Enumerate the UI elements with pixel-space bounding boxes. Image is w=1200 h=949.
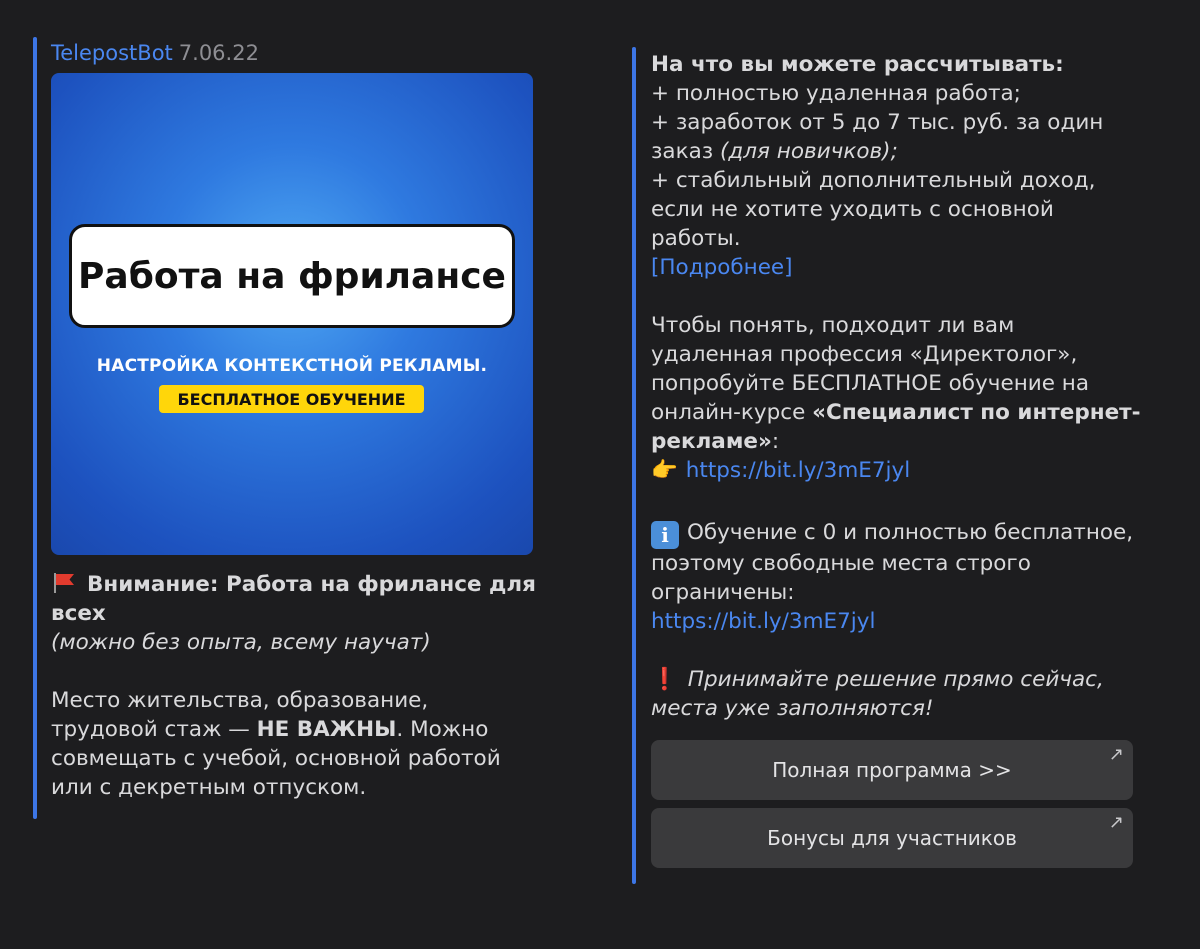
course-paragraph: Чтобы понять, подходит ли вам удаленная …: [651, 311, 1141, 456]
sender-name[interactable]: TelepostBot: [51, 41, 173, 65]
post-headline-note: (можно без опыта, всему научат): [51, 630, 431, 655]
benefit-item: + полностью удаленная работа;: [651, 81, 1021, 106]
benefit-item: + заработок от 5 до 7 тыс. руб. за один …: [651, 108, 1141, 166]
course-link-1[interactable]: https://bit.ly/3mE7jyl: [686, 458, 910, 483]
pointing-hand-icon: 👉: [651, 458, 678, 483]
course-colon: :: [771, 429, 780, 454]
post-header: TelepostBot 7.06.22: [51, 38, 541, 68]
red-flag-icon: [51, 573, 77, 593]
post-date: 7.06.22: [178, 41, 259, 65]
benefits-title: На что вы можете рассчитывать:: [651, 52, 1064, 77]
full-program-label: Полная программа >>: [772, 758, 1012, 782]
paragraph-text-bold: НЕ ВАЖНЫ: [256, 717, 397, 742]
post-image[interactable]: Работа на фрилансе НАСТРОЙКА КОНТЕКСТНОЙ…: [51, 73, 533, 555]
full-program-button[interactable]: Полная программа >> ↗: [651, 740, 1133, 800]
urgent-paragraph: ❗ Принимайте решение прямо сейчас, места …: [651, 665, 1141, 723]
info-text: Обучение с 0 и полностью бесплатное, поэ…: [651, 520, 1134, 605]
link-row-1: 👉 https://bit.ly/3mE7jyl: [651, 456, 1141, 485]
urgent-text: Принимайте решение прямо сейчас, места у…: [651, 667, 1104, 721]
post-headline: Внимание: Работа на фрилансе для всех: [51, 572, 536, 626]
post-right: На что вы можете рассчитывать: + полност…: [651, 50, 1141, 723]
banner-subtitle: НАСТРОЙКА КОНТЕКСТНОЙ РЕКЛАМЫ.: [96, 356, 488, 376]
benefit-item: + стабильный дополнительный доход, если …: [651, 168, 1096, 251]
more-link[interactable]: [Подробнее]: [651, 253, 1141, 282]
course-link-2[interactable]: https://bit.ly/3mE7jyl: [651, 607, 1141, 636]
post-headline-block: Внимание: Работа на фрилансе для всех (м…: [51, 570, 541, 802]
benefit-note: (для новичков);: [720, 139, 898, 164]
banner-badge: БЕСПЛАТНОЕ ОБУЧЕНИЕ: [159, 385, 424, 413]
external-link-arrow-icon: ↗: [1108, 744, 1124, 765]
message-accent-bar-left: [33, 37, 37, 819]
bonuses-label: Бонусы для участников: [767, 826, 1017, 850]
banner-title: Работа на фрилансе: [69, 224, 515, 328]
post-left: TelepostBot 7.06.22 Работа на фрилансе НА…: [51, 38, 541, 802]
post-paragraph: Место жительства, образование, трудовой …: [51, 686, 541, 802]
exclamation-icon: ❗: [651, 667, 678, 692]
bonuses-button[interactable]: Бонусы для участников ↗: [651, 808, 1133, 868]
info-paragraph: i Обучение с 0 и полностью бесплатное, по…: [651, 518, 1141, 607]
message-accent-bar-right: [632, 47, 636, 884]
info-icon: i: [651, 521, 679, 549]
external-link-arrow-icon: ↗: [1108, 812, 1124, 833]
